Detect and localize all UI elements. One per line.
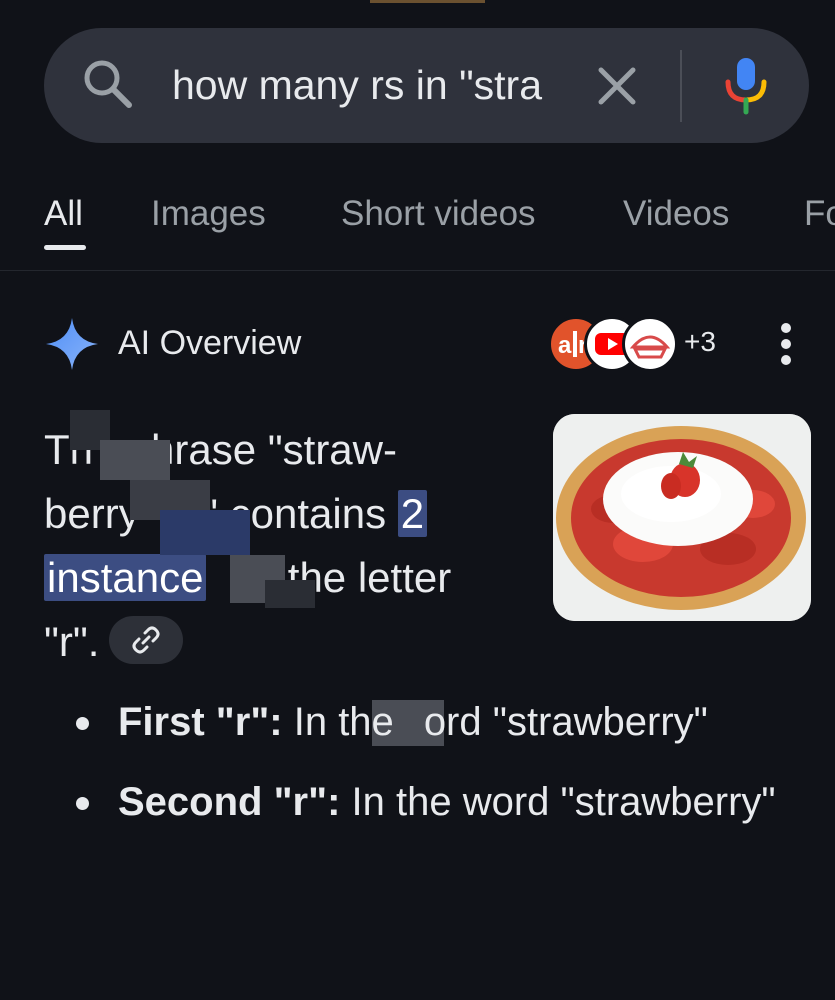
link-icon	[132, 626, 160, 654]
ai-overview-title: AI Overview	[118, 324, 302, 362]
redaction-block	[265, 580, 315, 608]
answer-bullets: First "r": In the ord "strawberry" Second…	[72, 692, 812, 852]
search-input[interactable]: how many rs in "stra	[172, 60, 542, 110]
tab-videos[interactable]: Videos	[623, 190, 729, 238]
mic-icon[interactable]	[722, 56, 770, 116]
answer-highlight: 2	[397, 490, 428, 537]
bullet-dot	[76, 717, 89, 730]
tab-images[interactable]: Images	[151, 190, 266, 238]
tab-all[interactable]: All	[44, 190, 83, 238]
bullet-bold: Second "r":	[118, 780, 341, 824]
list-item: Second "r": In the word "strawberry"	[72, 772, 812, 832]
source-avatar-pie-site[interactable]	[622, 316, 678, 372]
source-link-button[interactable]	[109, 615, 184, 664]
search-bar[interactable]: how many rs in "stra	[44, 28, 809, 143]
active-tab-indicator	[44, 245, 86, 250]
answer-highlight: instance	[44, 554, 207, 601]
more-vert-icon[interactable]	[776, 322, 796, 366]
answer-text: hrase "straw-	[151, 426, 397, 473]
svg-text:a: a	[558, 332, 572, 359]
bullet-text: ord "strawberry"	[423, 700, 708, 744]
bullet-dot	[76, 797, 89, 810]
tab-forums[interactable]: Fo	[804, 190, 835, 238]
search-tabs: All Images Short videos Videos Fo	[0, 190, 835, 250]
top-image-edge	[370, 0, 485, 3]
bullet-text: In the	[282, 700, 394, 744]
clear-icon[interactable]	[597, 66, 637, 106]
redaction-block	[160, 510, 250, 555]
tabs-divider	[0, 270, 835, 271]
bullet-bold: First "r":	[118, 700, 283, 744]
redaction-block	[100, 440, 170, 480]
strawberry-pie-image[interactable]	[553, 414, 811, 621]
tab-short-videos[interactable]: Short videos	[341, 190, 536, 238]
sources-more-count[interactable]: +3	[684, 326, 716, 358]
search-divider	[680, 50, 682, 122]
search-icon[interactable]	[82, 58, 134, 110]
bullet-text: In the word "strawberry"	[340, 780, 776, 824]
sparkle-icon	[46, 318, 98, 370]
answer-text: berry	[44, 490, 140, 537]
source-avatars[interactable]: a r +3	[548, 316, 728, 372]
list-item: First "r": In the ord "strawberry"	[72, 692, 812, 752]
answer-text: "r".	[44, 618, 100, 665]
